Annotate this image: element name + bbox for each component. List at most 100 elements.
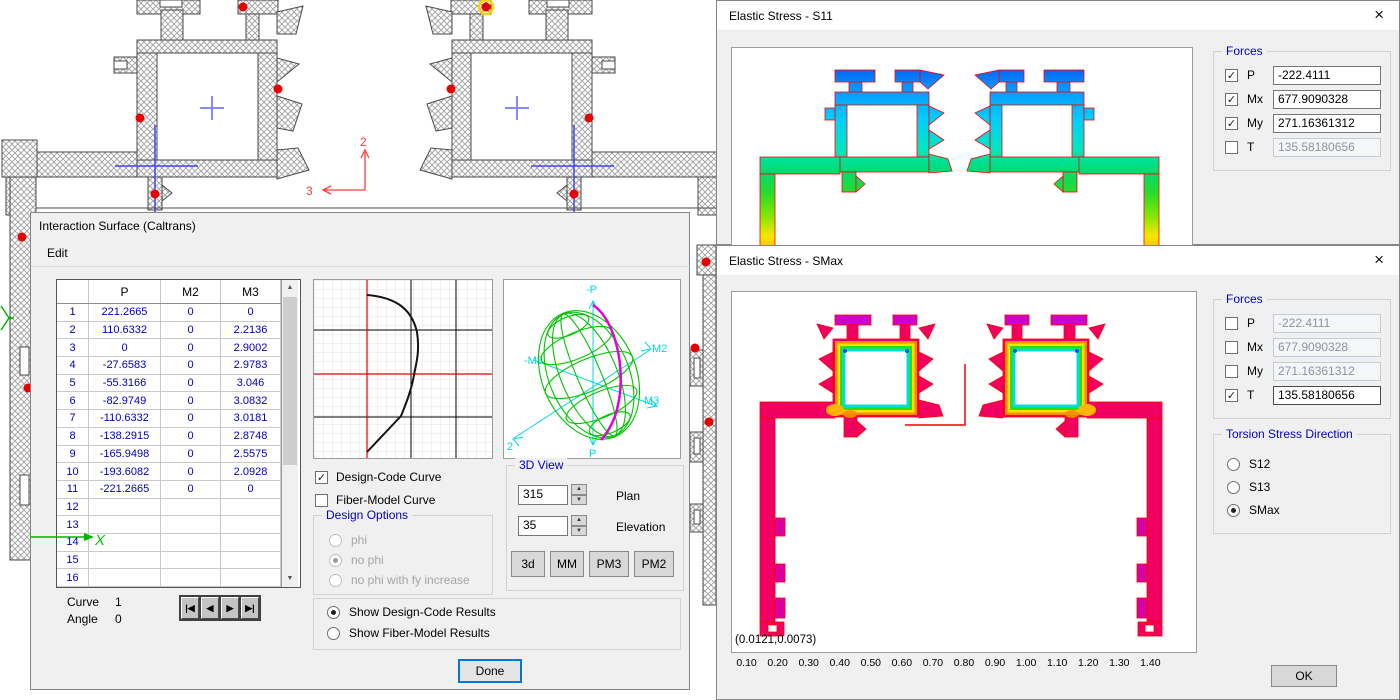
prev-curve-button[interactable]: ◀ [201,597,219,619]
design-code-curve-checkbox[interactable]: ✓ [315,471,328,484]
m2-cell[interactable]: 0 [161,339,221,357]
smax-my-checkbox[interactable] [1225,365,1238,378]
phi-radio[interactable] [329,534,342,547]
m2-cell[interactable]: 0 [161,463,221,481]
p-cell[interactable]: 110.6332 [89,322,161,340]
elevation-input[interactable]: 35 [518,516,568,536]
m2-cell[interactable]: 0 [161,304,221,322]
p-cell[interactable] [89,534,161,552]
table-row[interactable]: 1 221.2665 0 0 [57,304,281,322]
p-cell[interactable]: -138.2915 [89,428,161,446]
table-row[interactable]: 13 [57,516,281,534]
view-pm3-button[interactable]: PM3 [589,551,629,577]
spin-up-icon[interactable]: ▲ [571,484,587,495]
m2-cell[interactable]: 0 [161,392,221,410]
table-row[interactable]: 16 [57,569,281,587]
smax-p-checkbox[interactable] [1225,317,1238,330]
p-cell[interactable] [89,516,161,534]
table-row[interactable]: 8 -138.2915 0 2.8748 [57,428,281,446]
plan-input[interactable]: 315 [518,485,568,505]
s11-my-field[interactable]: 271.16361312 [1273,114,1381,133]
m2-cell[interactable] [161,516,221,534]
fiber-model-curve-checkbox[interactable] [315,494,328,507]
ok-button[interactable]: OK [1271,665,1337,687]
p-cell[interactable]: -110.6332 [89,410,161,428]
m3-cell[interactable] [221,569,281,587]
scroll-up-icon[interactable]: ▲ [282,280,298,296]
table-row[interactable]: 6 -82.9749 0 3.0832 [57,392,281,410]
m3-cell[interactable] [221,552,281,570]
p-cell[interactable] [89,499,161,517]
p-cell[interactable]: 0 [89,339,161,357]
handle-dot[interactable] [18,233,27,242]
s11-p-checkbox[interactable]: ✓ [1225,69,1238,82]
s11-titlebar[interactable]: Elastic Stress - S11 [717,1,1399,31]
table-row[interactable]: 2 110.6332 0 2.2136 [57,322,281,340]
s12-radio[interactable] [1227,458,1240,471]
view-mm-button[interactable]: MM [550,551,584,577]
table-row[interactable]: 5 -55.3166 0 3.046 [57,375,281,393]
m2-cell[interactable] [161,569,221,587]
m3-cell[interactable]: 3.0832 [221,392,281,410]
done-button[interactable]: Done [458,659,522,683]
m3-cell[interactable]: 3.046 [221,375,281,393]
s11-mx-field[interactable]: 677.9090328 [1273,90,1381,109]
m3-cell[interactable] [221,499,281,517]
m3-cell[interactable] [221,534,281,552]
m2-cell[interactable]: 0 [161,357,221,375]
table-row[interactable]: 4 -27.6583 0 2.9783 [57,357,281,375]
table-row[interactable]: 7 -110.6332 0 3.0181 [57,410,281,428]
m3-cell[interactable]: 0 [221,304,281,322]
table-row[interactable]: 3 0 0 2.9002 [57,339,281,357]
m2-cell[interactable] [161,499,221,517]
s13-radio[interactable] [1227,481,1240,494]
table-row[interactable]: 15 [57,552,281,570]
s11-t-checkbox[interactable] [1225,141,1238,154]
close-icon[interactable]: × [1374,5,1384,25]
no-phi-fy-radio[interactable] [329,574,342,587]
m2-cell[interactable]: 0 [161,446,221,464]
s11-my-checkbox[interactable]: ✓ [1225,117,1238,130]
s11-p-field[interactable]: -222.4111 [1273,66,1381,85]
m3-cell[interactable]: 3.0181 [221,410,281,428]
p-cell[interactable] [89,552,161,570]
s11-mx-checkbox[interactable]: ✓ [1225,93,1238,106]
table-row[interactable]: 14 [57,534,281,552]
smax-mx-checkbox[interactable] [1225,341,1238,354]
m2-cell[interactable]: 0 [161,481,221,499]
m2-cell[interactable] [161,552,221,570]
p-cell[interactable]: -193.6082 [89,463,161,481]
m2-cell[interactable]: 0 [161,410,221,428]
table-row[interactable]: 9 -165.9498 0 2.5575 [57,446,281,464]
smax-titlebar[interactable]: Elastic Stress - SMax [717,246,1399,276]
spin-down-icon[interactable]: ▼ [571,526,587,537]
last-curve-button[interactable]: ▶| [241,597,259,619]
p-cell[interactable] [89,569,161,587]
m2-cell[interactable]: 0 [161,375,221,393]
spin-down-icon[interactable]: ▼ [571,495,587,506]
smax-radio[interactable] [1227,504,1240,517]
m3-cell[interactable] [221,516,281,534]
no-phi-radio[interactable] [329,554,342,567]
smax-t-field[interactable]: 135.58180656 [1273,386,1381,405]
handle-dot[interactable] [705,418,714,427]
p-cell[interactable]: -82.9749 [89,392,161,410]
view-3d-button[interactable]: 3d [511,551,545,577]
p-cell[interactable]: -55.3166 [89,375,161,393]
m2-cell[interactable]: 0 [161,322,221,340]
m2-cell[interactable]: 0 [161,428,221,446]
m3-cell[interactable]: 2.9002 [221,339,281,357]
close-icon[interactable]: × [1374,250,1384,270]
p-cell[interactable]: 221.2665 [89,304,161,322]
next-curve-button[interactable]: ▶ [221,597,239,619]
spin-up-icon[interactable]: ▲ [571,515,587,526]
m3-cell[interactable]: 2.2136 [221,322,281,340]
p-cell[interactable]: -221.2665 [89,481,161,499]
first-curve-button[interactable]: |◀ [181,597,199,619]
show-design-code-radio[interactable] [327,606,340,619]
m3-cell[interactable]: 0 [221,481,281,499]
table-row[interactable]: 12 [57,499,281,517]
handle-dot[interactable] [691,344,700,353]
table-scrollbar[interactable]: ▲ ▼ [281,280,298,587]
p-cell[interactable]: -27.6583 [89,357,161,375]
